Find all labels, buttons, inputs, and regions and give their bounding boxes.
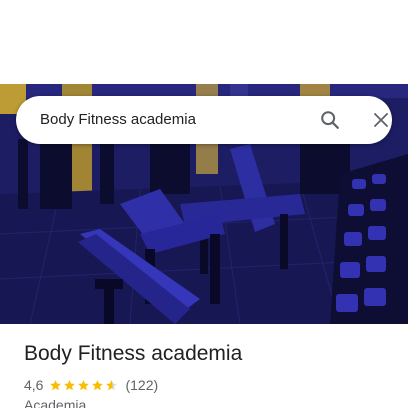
star-icon <box>92 379 104 390</box>
rating-row[interactable]: 4,6 (122) <box>24 376 158 394</box>
search-icon <box>321 111 339 129</box>
place-title: Body Fitness academia <box>24 342 243 365</box>
rating-value: 4,6 <box>24 377 44 393</box>
star-icon <box>64 379 76 390</box>
search-button[interactable] <box>314 104 346 136</box>
close-button[interactable] <box>365 104 397 136</box>
star-icon <box>106 379 118 390</box>
search-bar[interactable]: Body Fitness academia <box>16 96 392 144</box>
place-category[interactable]: Academia <box>24 397 86 408</box>
star-icon <box>78 379 90 390</box>
star-icon <box>50 379 62 390</box>
search-input[interactable]: Body Fitness academia <box>40 96 196 144</box>
top-area <box>0 0 408 84</box>
close-icon <box>374 113 388 127</box>
rating-stars <box>49 379 119 392</box>
review-count[interactable]: (122) <box>125 377 158 393</box>
